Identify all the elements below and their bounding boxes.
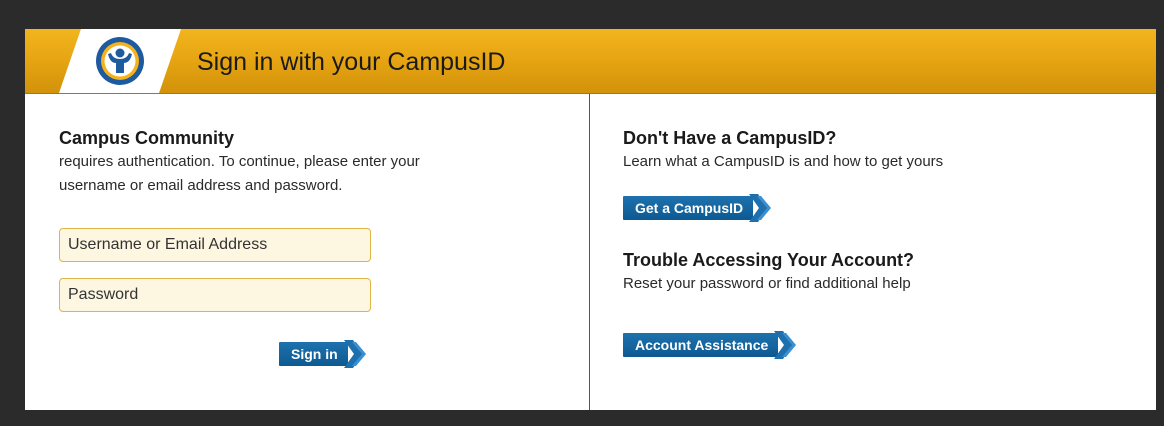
get-campusid-button[interactable]: Get a CampusID xyxy=(623,194,773,222)
username-input[interactable] xyxy=(59,228,371,262)
account-help-section: Don't Have a CampusID? Learn what a Camp… xyxy=(623,126,1123,359)
sign-in-button[interactable]: Sign in xyxy=(279,340,368,368)
double-chevron-right-icon xyxy=(774,331,797,359)
no-account-description: Learn what a CampusID is and how to get … xyxy=(623,153,944,170)
trouble-description: Reset your password or find additional h… xyxy=(623,275,911,292)
double-chevron-right-icon xyxy=(749,194,772,222)
column-divider xyxy=(589,94,590,410)
header-banner: Sign in with your CampusID xyxy=(25,29,1156,94)
campus-person-logo-icon xyxy=(96,37,144,85)
account-assistance-label: Account Assistance xyxy=(623,333,779,357)
login-heading: Campus Community xyxy=(59,128,235,148)
login-description: requires authentication. To continue, pl… xyxy=(59,153,420,194)
double-chevron-right-icon xyxy=(343,340,366,368)
trouble-heading: Trouble Accessing Your Account? xyxy=(623,250,915,270)
page-title: Sign in with your CampusID xyxy=(197,48,506,76)
sign-in-label: Sign in xyxy=(279,342,348,366)
login-section: Campus Community requires authentication… xyxy=(59,126,559,368)
password-input[interactable] xyxy=(59,278,371,312)
account-assistance-button[interactable]: Account Assistance xyxy=(623,331,798,359)
no-account-heading: Don't Have a CampusID? xyxy=(623,128,837,148)
get-campusid-label: Get a CampusID xyxy=(623,196,754,220)
signin-panel: Sign in with your CampusID Campus Commun… xyxy=(25,29,1156,410)
